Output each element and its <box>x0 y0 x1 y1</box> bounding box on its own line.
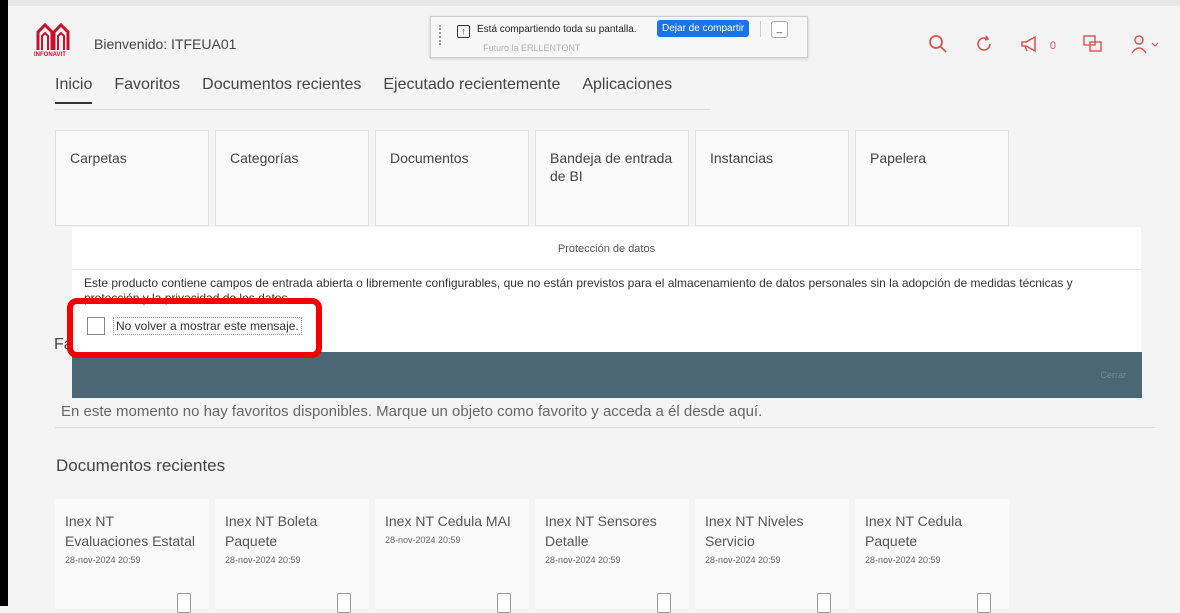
underlying-text: Futuro la ERLLENTONT <box>483 43 581 53</box>
recent-doc-card[interactable]: Inex NT Cedula Paquete 28-nov-2024 20:59 <box>855 499 1009 613</box>
megaphone-icon[interactable] <box>1020 34 1042 58</box>
doc-title: Inex NT Sensores Detalle <box>545 513 657 549</box>
recent-doc-card[interactable]: Inex NT Evaluaciones Estatal 28-nov-2024… <box>55 499 209 613</box>
dialog-title: Protección de datos <box>557 243 656 255</box>
favorites-divider <box>55 427 1155 428</box>
share-message: Está compartiendo toda su pantalla. <box>477 24 637 35</box>
infonavit-logo[interactable] <box>36 22 70 56</box>
document-icon <box>657 593 671 613</box>
recent-documents-list: Inex NT Evaluaciones Estatal 28-nov-2024… <box>55 499 1009 613</box>
home-tiles: Carpetas Categorías Documentos Bandeja d… <box>55 130 1009 226</box>
doc-date: 28-nov-2024 20:59 <box>545 555 621 565</box>
doc-date: 28-nov-2024 20:59 <box>225 555 301 565</box>
document-icon <box>497 593 511 613</box>
refresh-icon[interactable] <box>974 34 994 58</box>
recent-doc-card[interactable]: Inex NT Boleta Paquete 28-nov-2024 20:59 <box>215 499 369 613</box>
recent-documents-title: Documentos recientes <box>56 456 226 475</box>
doc-title: Inex NT Cedula MAI <box>385 513 511 529</box>
document-icon <box>817 593 831 613</box>
tab-ejecutado-recientemente[interactable]: Ejecutado recientemente <box>383 76 560 104</box>
tab-aplicaciones[interactable]: Aplicaciones <box>582 76 672 104</box>
stop-sharing-button[interactable]: Dejar de compartir <box>657 20 750 37</box>
tile-documentos[interactable]: Documentos <box>375 130 529 226</box>
doc-date: 28-nov-2024 20:59 <box>865 555 941 565</box>
share-divider <box>760 21 761 37</box>
document-icon <box>337 593 351 613</box>
doc-date: 28-nov-2024 20:59 <box>385 535 461 545</box>
document-icon <box>977 593 991 613</box>
recent-doc-card[interactable]: Inex NT Sensores Detalle 28-nov-2024 20:… <box>535 499 689 613</box>
recent-doc-card[interactable]: Inex NT Cedula MAI 28-nov-2024 20:59 <box>375 499 529 613</box>
favorites-empty-message: En este momento no hay favoritos disponi… <box>61 403 763 420</box>
close-modal-button[interactable]: Cerrar <box>1100 370 1126 380</box>
hide-share-bar-button[interactable]: _ <box>771 21 788 38</box>
share-screen-icon: ↑ <box>457 25 470 38</box>
search-icon[interactable] <box>928 34 948 58</box>
doc-title: Inex NT Cedula Paquete <box>865 513 963 549</box>
user-menu-icon[interactable] <box>1130 34 1160 58</box>
screen-left-edge <box>0 0 8 606</box>
header-icons: 0 <box>928 34 1160 58</box>
welcome-text: Bienvenido: ITFEUA01 <box>94 36 237 52</box>
tile-carpetas[interactable]: Carpetas <box>55 130 209 226</box>
drag-handle[interactable] <box>439 25 443 45</box>
doc-title: Inex NT Boleta Paquete <box>225 513 318 549</box>
modal-footer: Cerrar <box>72 352 1142 398</box>
notification-count: 0 <box>1049 40 1056 52</box>
tab-favoritos[interactable]: Favoritos <box>114 76 180 104</box>
tile-bandeja-bi[interactable]: Bandeja de entrada de BI <box>535 130 689 226</box>
tab-documentos-recientes[interactable]: Documentos recientes <box>202 76 361 104</box>
main-tabs: Inicio Favoritos Documentos recientes Ej… <box>55 76 672 104</box>
red-highlight-annotation <box>67 298 322 358</box>
tile-instancias[interactable]: Instancias <box>695 130 849 226</box>
recent-doc-card[interactable]: Inex NT Niveles Servicio 28-nov-2024 20:… <box>695 499 849 613</box>
doc-title: Inex NT Niveles Servicio <box>705 513 804 549</box>
tabs-divider <box>55 109 711 110</box>
tile-categorias[interactable]: Categorías <box>215 130 369 226</box>
logo-text: INFONAVIT <box>34 52 66 58</box>
document-icon <box>177 593 191 613</box>
dialog-divider <box>72 269 1141 270</box>
doc-date: 28-nov-2024 20:59 <box>65 555 141 565</box>
doc-date: 28-nov-2024 20:59 <box>705 555 781 565</box>
screen-share-bar: ↑ Está compartiendo toda su pantalla. De… <box>430 16 808 58</box>
doc-title: Inex NT Evaluaciones Estatal <box>65 513 195 549</box>
tile-papelera[interactable]: Papelera <box>855 130 1009 226</box>
chat-icon[interactable] <box>1082 34 1104 58</box>
tab-inicio[interactable]: Inicio <box>55 76 93 104</box>
